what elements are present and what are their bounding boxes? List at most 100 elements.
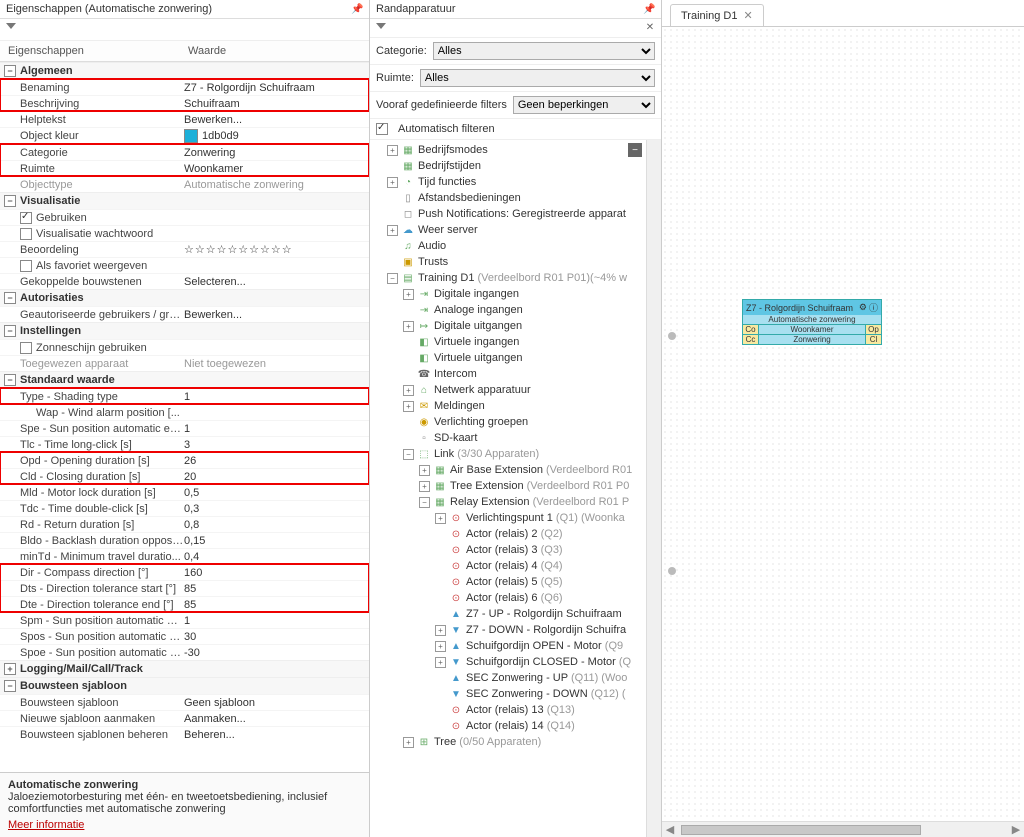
link-aanmaken[interactable]: Aanmaken... [184,713,365,725]
pin-icon[interactable] [351,3,363,15]
value-helptekst[interactable]: Bewerken... [184,114,365,126]
value-cld[interactable]: 20 [184,471,365,483]
info-icon[interactable]: ⓘ [869,301,878,314]
category-select[interactable]: Alles [433,42,655,60]
expander-icon[interactable]: − [4,195,16,207]
value-rd[interactable]: 0,8 [184,519,365,531]
tree-item[interactable]: +Tijd functies [372,174,646,190]
canvas-port[interactable] [668,332,676,340]
tree-item[interactable]: +Netwerk apparatuur [372,382,646,398]
expander-icon[interactable]: − [4,65,16,77]
value-dte[interactable]: 85 [184,599,365,611]
tree-item[interactable]: +Verlichtingspunt 1 (Q1) (Woonka [372,510,646,526]
tree-item[interactable]: +Schuifgordijn CLOSED - Motor (Q [372,654,646,670]
tree-item[interactable]: −Relay Extension (Verdeelbord R01 P [372,494,646,510]
value-spe[interactable]: 1 [184,423,365,435]
expander-icon[interactable]: − [4,374,16,386]
checkbox-autofilter[interactable] [376,123,388,135]
tab-close-icon[interactable]: ✕ [743,9,752,22]
value-kleur[interactable]: 1db0d9 [184,129,365,143]
tree-item[interactable]: Actor (relais) 3 (Q3) [372,542,646,558]
tree-item[interactable]: +Tree (0/50 Apparaten) [372,734,646,750]
group-algemeen[interactable]: −Algemeen [0,62,369,79]
tree-item[interactable]: Trusts [372,254,646,270]
value-dir[interactable]: 160 [184,567,365,579]
gear-icon[interactable]: ⚙ [859,302,867,313]
design-canvas[interactable]: Z7 - Rolgordijn Schuifraam⚙ⓘ Automatisch… [662,27,1024,821]
tree-item[interactable]: Actor (relais) 5 (Q5) [372,574,646,590]
value-bldo[interactable]: 0,15 [184,535,365,547]
tree-item[interactable]: Actor (relais) 2 (Q2) [372,526,646,542]
value-mintd[interactable]: 0,4 [184,551,365,563]
value-benaming[interactable]: Z7 - Rolgordijn Schuifraam [184,82,365,94]
value-mld[interactable]: 0,5 [184,487,365,499]
scroll-thumb[interactable] [681,825,921,835]
value-tdc[interactable]: 0,3 [184,503,365,515]
predef-select[interactable]: Geen beperkingen [513,96,655,114]
value-type[interactable]: 1 [184,391,365,403]
scroll-left-icon[interactable]: ◀ [662,823,678,836]
checkbox-wachtwoord[interactable] [20,228,32,240]
port-op[interactable]: Op [865,324,881,334]
group-visualisatie[interactable]: −Visualisatie [0,192,369,209]
rating-stars[interactable]: ☆☆☆☆☆☆☆☆☆☆ [184,243,365,256]
tree-item[interactable]: Verlichting groepen [372,414,646,430]
value-ruimte[interactable]: Woonkamer [184,163,365,175]
value-users[interactable]: Bewerken... [184,309,365,321]
tree-item[interactable]: +Air Base Extension (Verdeelbord R01 [372,462,646,478]
value-opd[interactable]: 26 [184,455,365,467]
link-selecteren[interactable]: Selecteren... [184,276,365,288]
tree-item[interactable]: +Schuifgordijn OPEN - Motor (Q9 [372,638,646,654]
tree-item-training[interactable]: −Training D1 (Verdeelbord R01 P01)(~4% w [372,270,646,286]
tree-item[interactable]: +Digitale uitgangen [372,318,646,334]
tree-item[interactable]: Actor (relais) 6 (Q6) [372,590,646,606]
group-instellingen[interactable]: −Instellingen [0,322,369,339]
tree-item[interactable]: +Tree Extension (Verdeelbord R01 P0 [372,478,646,494]
close-icon[interactable] [643,21,657,35]
tree-item[interactable]: −Link (3/30 Apparaten) [372,446,646,462]
tree-item[interactable]: +Meldingen [372,398,646,414]
group-logging[interactable]: +Logging/Mail/Call/Track [0,660,369,677]
link-beheren[interactable]: Beheren... [184,729,365,741]
checkbox-gebruiken[interactable] [20,212,32,224]
tree-item[interactable]: +Z7 - DOWN - Rolgordijn Schuifra [372,622,646,638]
tree-item[interactable]: SEC Zonwering - DOWN (Q12) ( [372,686,646,702]
checkbox-favoriet[interactable] [20,260,32,272]
tab-training[interactable]: Training D1 ✕ [670,4,764,26]
value-sjabloon[interactable]: Geen sjabloon [184,697,365,709]
tree-item[interactable]: SD-kaart [372,430,646,446]
value-dts[interactable]: 85 [184,583,365,595]
group-autorisaties[interactable]: −Autorisaties [0,289,369,306]
port-cc[interactable]: Cc [743,334,759,344]
more-info-link[interactable]: Meer informatie [8,819,84,831]
expander-icon[interactable]: − [4,292,16,304]
tree-item[interactable]: Analoge ingangen [372,302,646,318]
expander-icon[interactable]: − [4,680,16,692]
expander-icon[interactable]: + [4,663,16,675]
tree-item[interactable]: SEC Zonwering - UP (Q11) (Woo [372,670,646,686]
port-co[interactable]: Co [743,324,759,334]
tree-item[interactable]: Afstandsbedieningen [372,190,646,206]
group-sjabloon[interactable]: −Bouwsteen sjabloon [0,677,369,694]
tree-item[interactable]: Bedrijfstijden [372,158,646,174]
canvas-port[interactable] [668,567,676,575]
tree-item[interactable]: +Weer server [372,222,646,238]
tree-item[interactable]: Z7 - UP - Rolgordijn Schuifraam [372,606,646,622]
tree-item[interactable]: +Digitale ingangen [372,286,646,302]
value-tlc[interactable]: 3 [184,439,365,451]
tree-item[interactable]: Intercom [372,366,646,382]
value-spos[interactable]: 30 [184,631,365,643]
checkbox-zonneschijn[interactable] [20,342,32,354]
tree-item[interactable]: +Bedrijfsmodes− [372,142,646,158]
value-beschrijving[interactable]: Schuifraam [184,98,365,110]
tree-item[interactable]: Audio [372,238,646,254]
horizontal-scrollbar[interactable]: ◀ ▶ [662,821,1024,837]
expander-icon[interactable]: − [4,325,16,337]
tree-item[interactable]: Actor (relais) 4 (Q4) [372,558,646,574]
value-spm[interactable]: 1 [184,615,365,627]
room-select[interactable]: Alles [420,69,655,87]
scroll-right-icon[interactable]: ▶ [1008,823,1024,836]
filter-icon[interactable] [374,21,388,35]
collapse-all-icon[interactable]: − [628,143,642,157]
port-cl[interactable]: Cl [865,334,881,344]
